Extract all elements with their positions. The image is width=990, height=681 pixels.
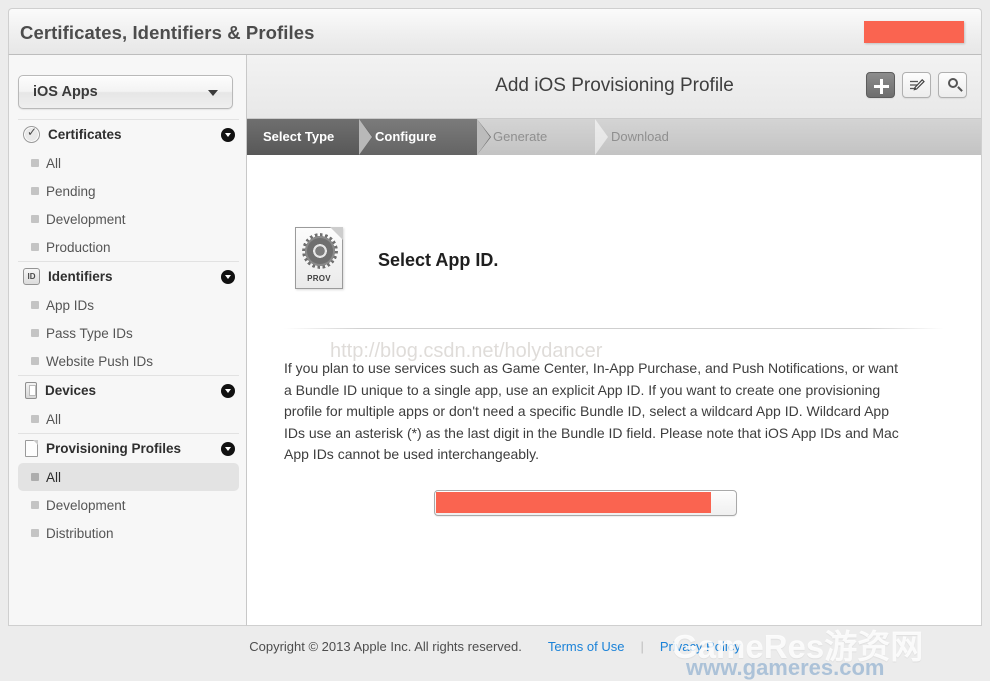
step-separator (359, 119, 372, 155)
id-badge-icon: ID (23, 268, 40, 285)
bullet-icon (31, 187, 39, 195)
file-icon-label: PROV (307, 274, 331, 283)
sidebar-group-devices[interactable]: Devices (18, 375, 239, 405)
content-area: Add iOS Provisioning Profile Select Type… (247, 55, 982, 626)
search-button[interactable] (938, 72, 967, 98)
pencil-edit-icon (910, 79, 925, 91)
content-header: Add iOS Provisioning Profile (247, 55, 981, 119)
sidebar-nav: Certificates All Pending Development Product… (9, 119, 246, 547)
bullet-icon (31, 243, 39, 251)
sidebar-item-production[interactable]: Production (18, 233, 239, 261)
sidebar-item-label: All (46, 155, 62, 171)
sidebar-item-label: Distribution (46, 525, 114, 541)
sidebar-group-provisioning-profiles[interactable]: Provisioning Profiles (18, 433, 239, 463)
add-button[interactable] (866, 72, 895, 98)
section-divider (284, 328, 944, 329)
bullet-icon (31, 329, 39, 337)
team-select-value: iOS Apps (33, 84, 98, 100)
step-label: Download (611, 129, 669, 144)
sidebar-item-development[interactable]: Development (18, 491, 239, 519)
sidebar-item-app-ids[interactable]: App IDs (18, 291, 239, 319)
sidebar: iOS Apps Certificates All Pending Developme… (8, 55, 247, 626)
provisioning-profile-file-icon: PROV (295, 227, 343, 289)
search-icon-handle (957, 86, 963, 92)
sidebar-group-label: Devices (45, 383, 97, 398)
device-icon (25, 382, 37, 399)
app-id-redaction-block (436, 492, 711, 513)
sidebar-item-label: Development (46, 497, 126, 513)
account-redaction-block (864, 21, 964, 43)
plus-icon-vertical (880, 79, 883, 94)
sidebar-item-label: All (46, 469, 62, 485)
footer-divider: | (640, 638, 644, 654)
chevron-down-circle-icon[interactable] (221, 127, 235, 142)
bullet-icon (31, 529, 39, 537)
edit-button[interactable] (902, 72, 931, 98)
copyright-text: Copyright © 2013 Apple Inc. All rights r… (249, 638, 522, 654)
sidebar-item-label: Website Push IDs (46, 353, 154, 369)
page-title: Certificates, Identifiers & Profiles (20, 22, 315, 43)
step-separator (595, 119, 608, 155)
step-separator (477, 119, 490, 155)
sidebar-item-label: Production (46, 239, 111, 255)
team-select-dropdown[interactable]: iOS Apps (18, 75, 233, 109)
bullet-icon (31, 159, 39, 167)
document-icon (25, 440, 38, 457)
section-description: If you plan to use services such as Game… (284, 360, 899, 462)
application-window: Certificates, Identifiers & Profiles iOS… (0, 0, 990, 680)
sidebar-item-all[interactable]: All (18, 463, 239, 491)
sidebar-item-label: Development (46, 211, 126, 227)
bullet-icon (31, 473, 39, 481)
bullet-icon (31, 501, 39, 509)
window-title-bar: Certificates, Identifiers & Profiles (8, 8, 982, 55)
sidebar-item-development[interactable]: Development (18, 205, 239, 233)
sidebar-item-label: Pass Type IDs (46, 325, 133, 341)
gear-icon (305, 236, 335, 266)
chevron-down-circle-icon[interactable] (221, 441, 235, 456)
chevron-down-circle-icon[interactable] (221, 269, 235, 284)
page-footer: Copyright © 2013 Apple Inc. All rights r… (0, 626, 990, 666)
sidebar-item-label: App IDs (46, 297, 95, 313)
sidebar-group-label: Identifiers (48, 269, 113, 284)
sidebar-group-label: Provisioning Profiles (46, 441, 182, 456)
step-download[interactable]: Download (611, 119, 669, 155)
sidebar-item-all[interactable]: All (18, 149, 239, 177)
sidebar-item-website-push-ids[interactable]: Website Push IDs (18, 347, 239, 375)
bullet-icon (31, 301, 39, 309)
chevron-down-circle-icon[interactable] (221, 383, 235, 398)
step-label: Configure (375, 129, 437, 144)
step-progress-bar: Select Type Configure Generate Download (247, 119, 981, 155)
section-title: Select App ID. (378, 250, 499, 270)
bullet-icon (31, 215, 39, 223)
step-configure[interactable]: Configure (359, 119, 491, 155)
app-id-row: App ID: (247, 490, 981, 520)
bullet-icon (31, 415, 39, 423)
bullet-icon (31, 357, 39, 365)
sidebar-item-distribution[interactable]: Distribution (18, 519, 239, 547)
step-generate[interactable]: Generate (493, 119, 547, 155)
sidebar-group-label: Certificates (48, 127, 122, 142)
step-label: Generate (493, 129, 548, 144)
sidebar-item-pass-type-ids[interactable]: Pass Type IDs (18, 319, 239, 347)
privacy-policy-link[interactable]: Privacy Policy (660, 639, 741, 654)
terms-of-use-link[interactable]: Terms of Use (548, 639, 625, 654)
chevron-down-icon (208, 90, 218, 96)
header-button-group (866, 72, 967, 98)
step-label: Select Type (263, 129, 335, 144)
sidebar-item-label: All (46, 411, 62, 427)
main-panel: PROV Select App ID. If you plan to use s… (247, 155, 981, 565)
sidebar-item-label: Pending (46, 183, 96, 199)
sidebar-group-certificates[interactable]: Certificates (18, 119, 239, 149)
sidebar-item-all[interactable]: All (18, 405, 239, 433)
sidebar-group-identifiers[interactable]: ID Identifiers (18, 261, 239, 291)
sidebar-item-pending[interactable]: Pending (18, 177, 239, 205)
certificate-seal-icon (23, 125, 40, 143)
step-select-type[interactable]: Select Type (247, 119, 373, 155)
